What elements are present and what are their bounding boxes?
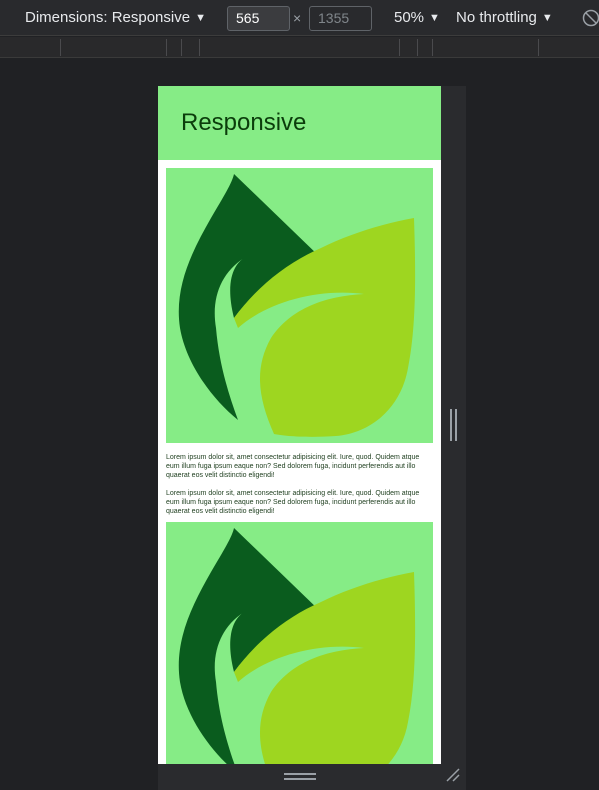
lorem-paragraph: Lorem ipsum dolor sit, amet consectetur …	[166, 454, 420, 479]
rotate-icon[interactable]	[582, 9, 599, 27]
zoom-dropdown[interactable]: 50% ▼	[394, 0, 440, 36]
page-title: Responsive	[181, 109, 307, 136]
width-input[interactable]: 565	[227, 6, 290, 31]
ruler-tick	[181, 39, 182, 56]
dimensions-caret-icon: ▼	[195, 12, 206, 24]
page-body: Lorem ipsum dolor sit, amet consectetur …	[158, 160, 441, 764]
lorem-paragraph: Lorem ipsum dolor sit, amet consectetur …	[166, 490, 420, 515]
ruler-tick	[417, 39, 418, 56]
device-toolbar: Dimensions: Responsive ▼ 565 × 1355 50% ▼ …	[0, 0, 599, 36]
ruler-tick	[538, 39, 539, 56]
media-query-ruler[interactable]	[0, 37, 599, 58]
dimensions-dropdown[interactable]: Dimensions: Responsive ▼	[25, 0, 206, 36]
right-grip-icon[interactable]	[450, 409, 458, 441]
corner-resize-icon[interactable]	[445, 767, 461, 783]
throttling-label: No throttling	[456, 9, 537, 26]
page-header: Responsive	[158, 86, 441, 160]
bottom-grip-icon[interactable]	[284, 773, 316, 781]
dimensions-label: Dimensions: Responsive	[25, 9, 191, 26]
emulated-page: Responsive Lorem ipsum dolor sit, amet c…	[158, 86, 441, 764]
throttling-caret-icon: ▼	[541, 12, 553, 24]
ruler-tick	[432, 39, 433, 56]
zoom-caret-icon: ▼	[429, 12, 440, 24]
leaf-logo-icon	[166, 522, 433, 764]
leaf-logo-icon	[166, 168, 433, 443]
times-icon: ×	[293, 10, 302, 26]
ruler-tick	[60, 39, 61, 56]
ruler-tick	[199, 39, 200, 56]
ruler-tick	[166, 39, 167, 56]
throttling-dropdown[interactable]: No throttling ▼	[456, 0, 553, 36]
ruler-tick	[399, 39, 400, 56]
height-input[interactable]: 1355	[309, 6, 372, 31]
zoom-label: 50%	[394, 9, 425, 26]
